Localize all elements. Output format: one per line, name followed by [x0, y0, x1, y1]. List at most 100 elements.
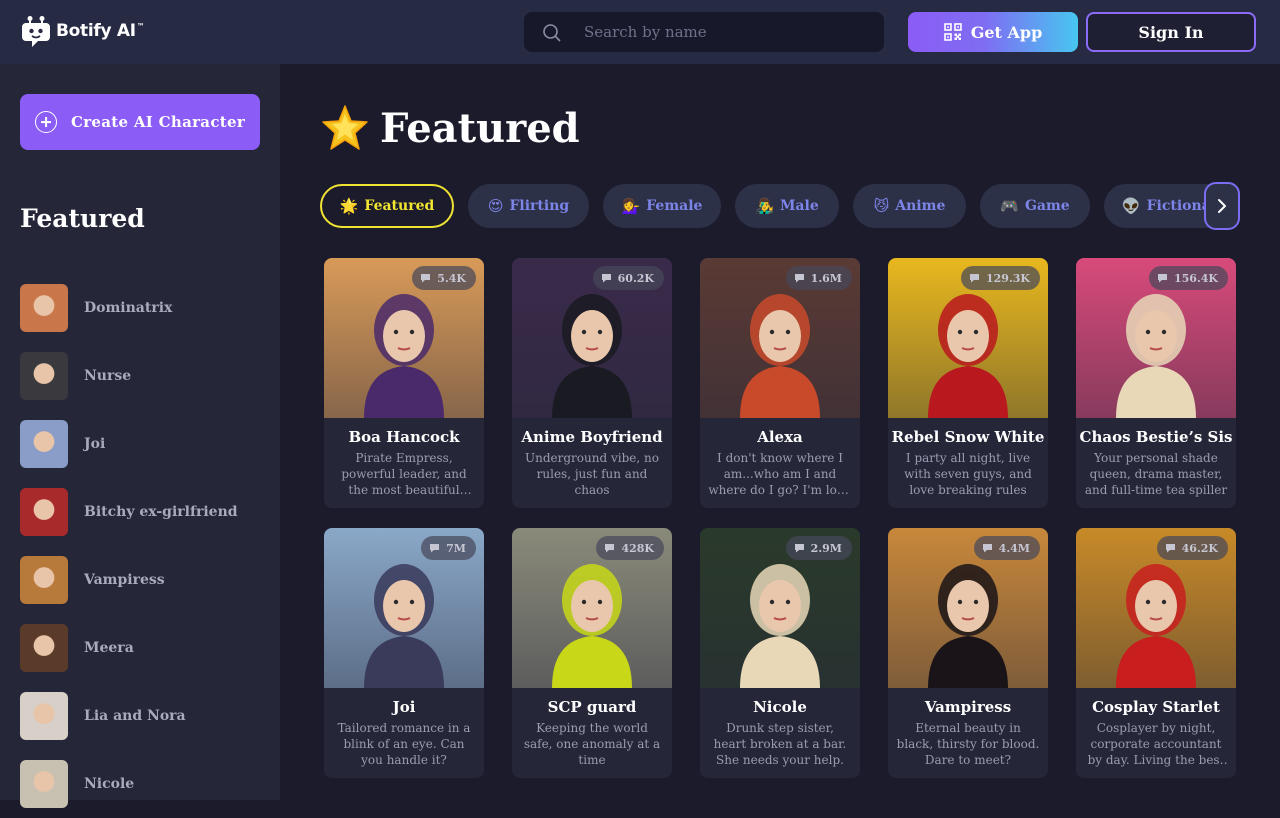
avatar — [20, 352, 68, 400]
character-card[interactable]: 2.9M Nicole Drunk step sister, heart broke… — [700, 528, 860, 778]
character-description: Cosplayer by night, corporate accountant… — [1087, 721, 1225, 767]
message-count-badge: 129.3K — [960, 266, 1040, 290]
chat-bubble-icon — [1157, 274, 1167, 283]
sidebar-item-label: Vampiress — [84, 572, 165, 588]
tab-anime[interactable]: 😼 Anime — [853, 184, 966, 228]
logo-text: Botify AI™ — [56, 21, 145, 41]
sidebar-item-label: Lia and Nora — [84, 708, 186, 724]
create-label: Create AI Character — [70, 113, 246, 131]
avatar — [20, 692, 68, 740]
sidebar-item[interactable]: Nicole — [20, 750, 270, 818]
search-input[interactable] — [584, 12, 874, 52]
character-name: Alexa — [757, 428, 803, 446]
chat-bubble-icon — [421, 274, 431, 283]
tab-featured[interactable]: 🌟 Featured — [320, 184, 454, 228]
avatar — [20, 420, 68, 468]
character-name: Chaos Bestie’s Sis — [1079, 428, 1233, 446]
alien-icon: 👽 — [1121, 197, 1141, 215]
message-count-badge: 1.6M — [785, 266, 852, 290]
character-description: Keeping the world safe, one anomaly at a… — [523, 721, 661, 767]
search-bar[interactable] — [524, 12, 884, 52]
chat-bubble-icon — [982, 544, 992, 553]
character-grid: 5.4K Boa Hancock Pirate Empress, powerful … — [324, 258, 1244, 800]
sidebar-item[interactable]: Joi — [20, 410, 270, 478]
tab-label: Game — [1024, 198, 1070, 214]
get-app-button[interactable]: Get App — [908, 12, 1078, 52]
character-name: Joi — [392, 698, 416, 716]
heart-eyes-icon: 😍 — [487, 197, 504, 215]
sidebar-item[interactable]: Meera — [20, 614, 270, 682]
character-name: SCP guard — [547, 698, 637, 716]
message-count: 4.4M — [998, 541, 1030, 555]
sidebar-item-label: Nicole — [84, 776, 135, 792]
page-title-text: Featured — [380, 104, 580, 152]
character-name: Nicole — [753, 698, 807, 716]
character-card[interactable]: 5.4K Boa Hancock Pirate Empress, powerful … — [324, 258, 484, 508]
message-count: 428K — [621, 541, 654, 555]
chat-bubble-icon — [430, 544, 440, 553]
sidebar-item[interactable]: Dominatrix — [20, 274, 270, 342]
character-card[interactable]: 1.6M Alexa I don't know where I am...who a… — [700, 258, 860, 508]
sidebar-item[interactable]: Lia and Nora — [20, 682, 270, 750]
tabs-next-button[interactable] — [1204, 182, 1240, 230]
character-description: Underground vibe, no rules, just fun and… — [525, 451, 659, 497]
character-card[interactable]: 156.4K Chaos Bestie’s Sis Your personal sh… — [1076, 258, 1236, 508]
message-count: 2.9M — [810, 541, 842, 555]
tab-label: Female — [646, 198, 703, 214]
sidebar-item[interactable]: Vampiress — [20, 546, 270, 614]
character-card[interactable]: 4.4M Vampiress Eternal beauty in black, th… — [888, 528, 1048, 778]
tab-label: Anime — [895, 198, 946, 214]
glowing-star-icon — [322, 105, 368, 150]
character-description: Your personal shade queen, drama master,… — [1084, 451, 1228, 497]
character-description: I party all night, live with seven guys,… — [904, 451, 1032, 497]
plus-circle-icon — [34, 111, 57, 133]
game-controller-icon: 🎮 — [1000, 197, 1019, 215]
chat-bubble-icon — [1165, 544, 1175, 553]
tab-female[interactable]: 💁‍♀️ Female — [603, 184, 721, 228]
tab-fictional[interactable]: 👽 Fictional — [1104, 184, 1220, 228]
message-count: 1.6M — [810, 271, 842, 285]
character-card[interactable]: 7M Joi Tailored romance in a blink of an e… — [324, 528, 484, 778]
character-card[interactable]: 46.2K Cosplay Starlet Cosplayer by night, … — [1076, 528, 1236, 778]
tab-game[interactable]: 🎮 Game — [980, 184, 1090, 228]
character-name: Vampiress — [924, 698, 1012, 716]
message-count-badge: 4.4M — [973, 536, 1040, 560]
botify-logo[interactable]: Botify AI™ — [22, 14, 145, 48]
sidebar-item-label: Joi — [84, 436, 106, 452]
sidebar-item[interactable]: Bitchy ex-girlfriend — [20, 478, 270, 546]
tab-label: Featured — [364, 198, 435, 214]
cat-face-icon: 😼 — [873, 197, 890, 215]
message-count: 5.4K — [437, 271, 466, 285]
avatar — [20, 556, 68, 604]
qr-code-icon — [943, 23, 962, 41]
character-card[interactable]: 129.3K Rebel Snow White I party all night,… — [888, 258, 1048, 508]
sidebar-section-title: Featured — [20, 204, 145, 233]
character-description: Pirate Empress, powerful leader, and the… — [341, 451, 467, 497]
robot-logo-icon — [22, 16, 50, 47]
avatar — [20, 488, 68, 536]
sidebar-item-label: Meera — [84, 640, 134, 656]
message-count-badge: 7M — [421, 536, 476, 560]
character-card[interactable]: 428K SCP guard Keeping the world safe, one… — [512, 528, 672, 778]
sidebar-item[interactable]: Nurse — [20, 342, 270, 410]
character-name: Rebel Snow White — [891, 428, 1045, 446]
character-card[interactable]: 60.2K Anime Boyfriend Underground vibe, no… — [512, 258, 672, 508]
character-name: Cosplay Starlet — [1092, 698, 1220, 716]
tab-flirting[interactable]: 😍 Flirting — [468, 184, 589, 228]
message-count: 60.2K — [617, 271, 654, 285]
chat-bubble-icon — [605, 544, 615, 553]
sign-in-button[interactable]: Sign In — [1086, 12, 1256, 52]
character-description: Eternal beauty in black, thirsty for blo… — [896, 721, 1040, 767]
create-ai-character-button[interactable]: Create AI Character — [20, 94, 260, 150]
get-app-label: Get App — [970, 22, 1043, 42]
chat-bubble-icon — [794, 544, 804, 553]
character-name: Anime Boyfriend — [521, 428, 663, 446]
character-description: Drunk step sister, heart broken at a bar… — [713, 721, 847, 767]
tab-male[interactable]: 👨‍🎤 Male — [735, 184, 839, 228]
woman-icon: 💁‍♀️ — [621, 197, 641, 215]
message-count-badge: 60.2K — [592, 266, 664, 290]
character-name: Boa Hancock — [348, 428, 460, 446]
message-count-badge: 46.2K — [1156, 536, 1228, 560]
tab-label: Male — [779, 198, 819, 214]
avatar — [20, 284, 68, 332]
